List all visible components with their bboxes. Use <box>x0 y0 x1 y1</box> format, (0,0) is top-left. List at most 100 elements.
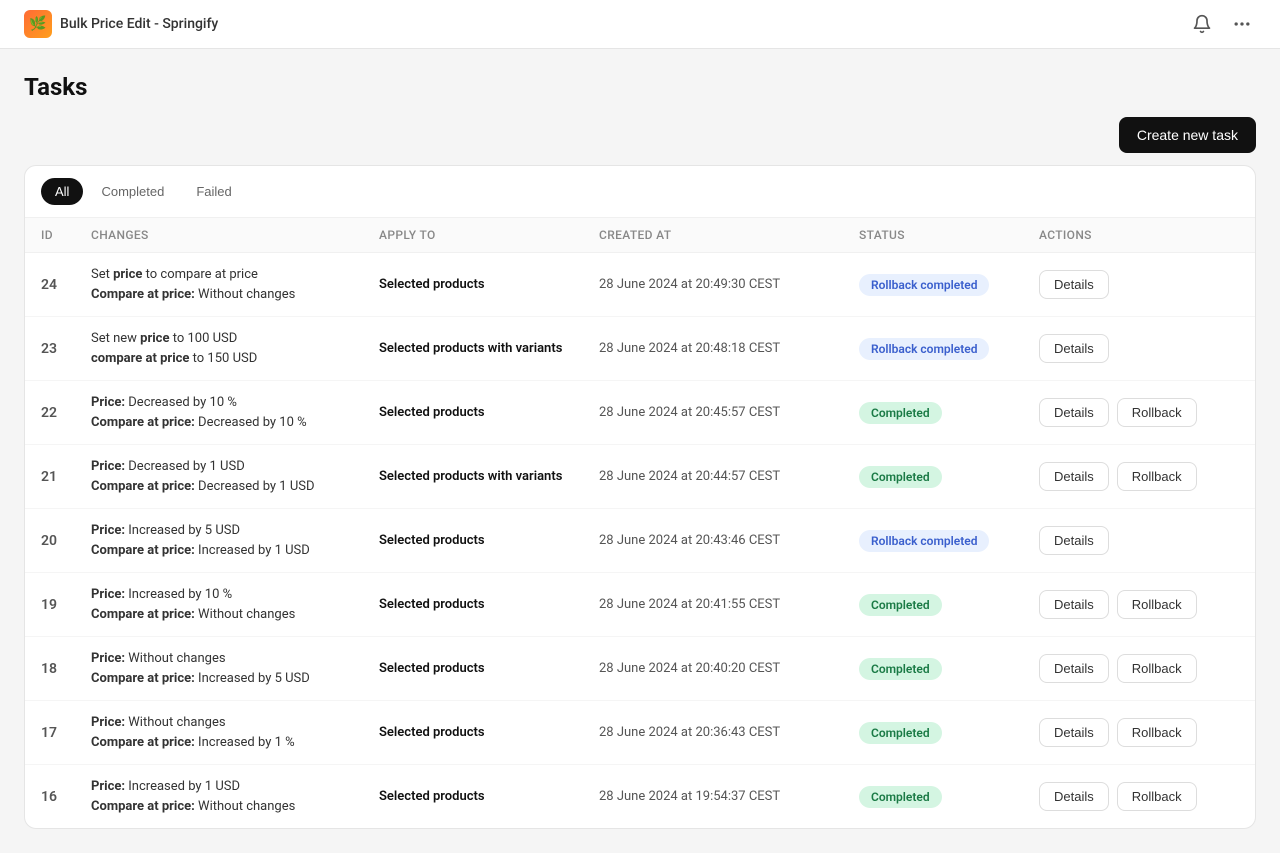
content-area: Create new task All Completed Failed Id … <box>0 117 1280 853</box>
change-line-1: Price: Increased by 1 USD <box>91 777 379 797</box>
change-line-1: Price: Increased by 5 USD <box>91 521 379 541</box>
table-row: 23Set new price to 100 USDcompare at pri… <box>25 317 1255 381</box>
row-changes: Set new price to 100 USDcompare at price… <box>91 329 379 368</box>
rollback-button[interactable]: Rollback <box>1117 718 1197 747</box>
change-line-2: Compare at price: Increased by 1 USD <box>91 541 379 561</box>
row-changes: Price: Increased by 10 %Compare at price… <box>91 585 379 624</box>
row-apply-to: Selected products <box>379 661 599 676</box>
tab-failed[interactable]: Failed <box>182 178 245 205</box>
row-id: 19 <box>41 597 91 613</box>
row-id: 20 <box>41 533 91 549</box>
row-actions: Details Rollback <box>1039 718 1239 747</box>
filter-tabs: All Completed Failed <box>25 166 1255 218</box>
row-status: Completed <box>859 402 1039 424</box>
status-badge: Rollback completed <box>859 274 989 296</box>
details-button[interactable]: Details <box>1039 334 1109 363</box>
create-new-task-button[interactable]: Create new task <box>1119 117 1256 153</box>
more-horizontal-icon <box>1232 14 1252 34</box>
row-status: Completed <box>859 466 1039 488</box>
change-line-1: Set new price to 100 USD <box>91 329 379 349</box>
table-row: 24Set price to compare at priceCompare a… <box>25 253 1255 317</box>
more-options-button[interactable] <box>1228 10 1256 38</box>
table-row: 16Price: Increased by 1 USDCompare at pr… <box>25 765 1255 828</box>
row-status: Completed <box>859 658 1039 680</box>
details-button[interactable]: Details <box>1039 526 1109 555</box>
row-status: Rollback completed <box>859 530 1039 552</box>
topbar: 🌿 Bulk Price Edit - Springify <box>0 0 1280 49</box>
status-badge: Completed <box>859 658 942 680</box>
row-changes: Set price to compare at priceCompare at … <box>91 265 379 304</box>
row-id: 24 <box>41 277 91 293</box>
tab-completed[interactable]: Completed <box>87 178 178 205</box>
row-actions: Details <box>1039 334 1239 363</box>
details-button[interactable]: Details <box>1039 718 1109 747</box>
status-badge: Rollback completed <box>859 338 989 360</box>
row-id: 23 <box>41 341 91 357</box>
change-line-1: Price: Decreased by 10 % <box>91 393 379 413</box>
table-header: Id Changes Apply to created at status ac… <box>25 218 1255 253</box>
row-id: 21 <box>41 469 91 485</box>
table-row: 20Price: Increased by 5 USDCompare at pr… <box>25 509 1255 573</box>
notification-button[interactable] <box>1188 10 1216 38</box>
status-badge: Completed <box>859 786 942 808</box>
rollback-button[interactable]: Rollback <box>1117 398 1197 427</box>
row-apply-to: Selected products with variants <box>379 341 599 356</box>
row-actions: Details Rollback <box>1039 654 1239 683</box>
change-line-2: Compare at price: Decreased by 1 USD <box>91 477 379 497</box>
table-body: 24Set price to compare at priceCompare a… <box>25 253 1255 828</box>
row-apply-to: Selected products <box>379 405 599 420</box>
row-apply-to: Selected products <box>379 533 599 548</box>
change-line-2: Compare at price: Decreased by 10 % <box>91 413 379 433</box>
row-status: Completed <box>859 786 1039 808</box>
row-changes: Price: Decreased by 10 %Compare at price… <box>91 393 379 432</box>
row-apply-to: Selected products <box>379 725 599 740</box>
status-badge: Completed <box>859 594 942 616</box>
page-title: Tasks <box>24 73 1256 101</box>
rollback-button[interactable]: Rollback <box>1117 782 1197 811</box>
rollback-button[interactable]: Rollback <box>1117 462 1197 491</box>
bell-icon <box>1192 14 1212 34</box>
row-created-at: 28 June 2024 at 20:45:57 CEST <box>599 405 859 420</box>
row-created-at: 28 June 2024 at 20:43:46 CEST <box>599 533 859 548</box>
row-id: 17 <box>41 725 91 741</box>
col-status: status <box>859 228 1039 242</box>
row-id: 16 <box>41 789 91 805</box>
app-icon: 🌿 <box>24 10 52 38</box>
change-line-2: compare at price to 150 USD <box>91 349 379 369</box>
page-header: Tasks <box>0 49 1280 117</box>
topbar-right <box>1188 10 1256 38</box>
row-actions: Details Rollback <box>1039 782 1239 811</box>
rollback-button[interactable]: Rollback <box>1117 654 1197 683</box>
status-badge: Completed <box>859 466 942 488</box>
change-line-2: Compare at price: Without changes <box>91 605 379 625</box>
row-status: Rollback completed <box>859 274 1039 296</box>
row-created-at: 28 June 2024 at 20:48:18 CEST <box>599 341 859 356</box>
change-line-1: Price: Increased by 10 % <box>91 585 379 605</box>
row-apply-to: Selected products <box>379 277 599 292</box>
details-button[interactable]: Details <box>1039 782 1109 811</box>
table-row: 22Price: Decreased by 10 %Compare at pri… <box>25 381 1255 445</box>
details-button[interactable]: Details <box>1039 590 1109 619</box>
tab-all[interactable]: All <box>41 178 83 205</box>
col-changes: Changes <box>91 228 379 242</box>
row-created-at: 28 June 2024 at 20:40:20 CEST <box>599 661 859 676</box>
app-icon-emoji: 🌿 <box>29 16 46 32</box>
details-button[interactable]: Details <box>1039 398 1109 427</box>
row-changes: Price: Increased by 5 USDCompare at pric… <box>91 521 379 560</box>
change-line-2: Compare at price: Without changes <box>91 285 379 305</box>
details-button[interactable]: Details <box>1039 462 1109 491</box>
app-title: Bulk Price Edit - Springify <box>60 16 218 32</box>
change-line-1: Set price to compare at price <box>91 265 379 285</box>
change-line-2: Compare at price: Increased by 1 % <box>91 733 379 753</box>
change-line-1: Price: Without changes <box>91 713 379 733</box>
details-button[interactable]: Details <box>1039 654 1109 683</box>
rollback-button[interactable]: Rollback <box>1117 590 1197 619</box>
table-row: 18Price: Without changesCompare at price… <box>25 637 1255 701</box>
row-changes: Price: Without changesCompare at price: … <box>91 649 379 688</box>
row-created-at: 28 June 2024 at 19:54:37 CEST <box>599 789 859 804</box>
row-apply-to: Selected products with variants <box>379 469 599 484</box>
row-changes: Price: Decreased by 1 USDCompare at pric… <box>91 457 379 496</box>
status-badge: Rollback completed <box>859 530 989 552</box>
change-line-2: Compare at price: Without changes <box>91 797 379 817</box>
details-button[interactable]: Details <box>1039 270 1109 299</box>
